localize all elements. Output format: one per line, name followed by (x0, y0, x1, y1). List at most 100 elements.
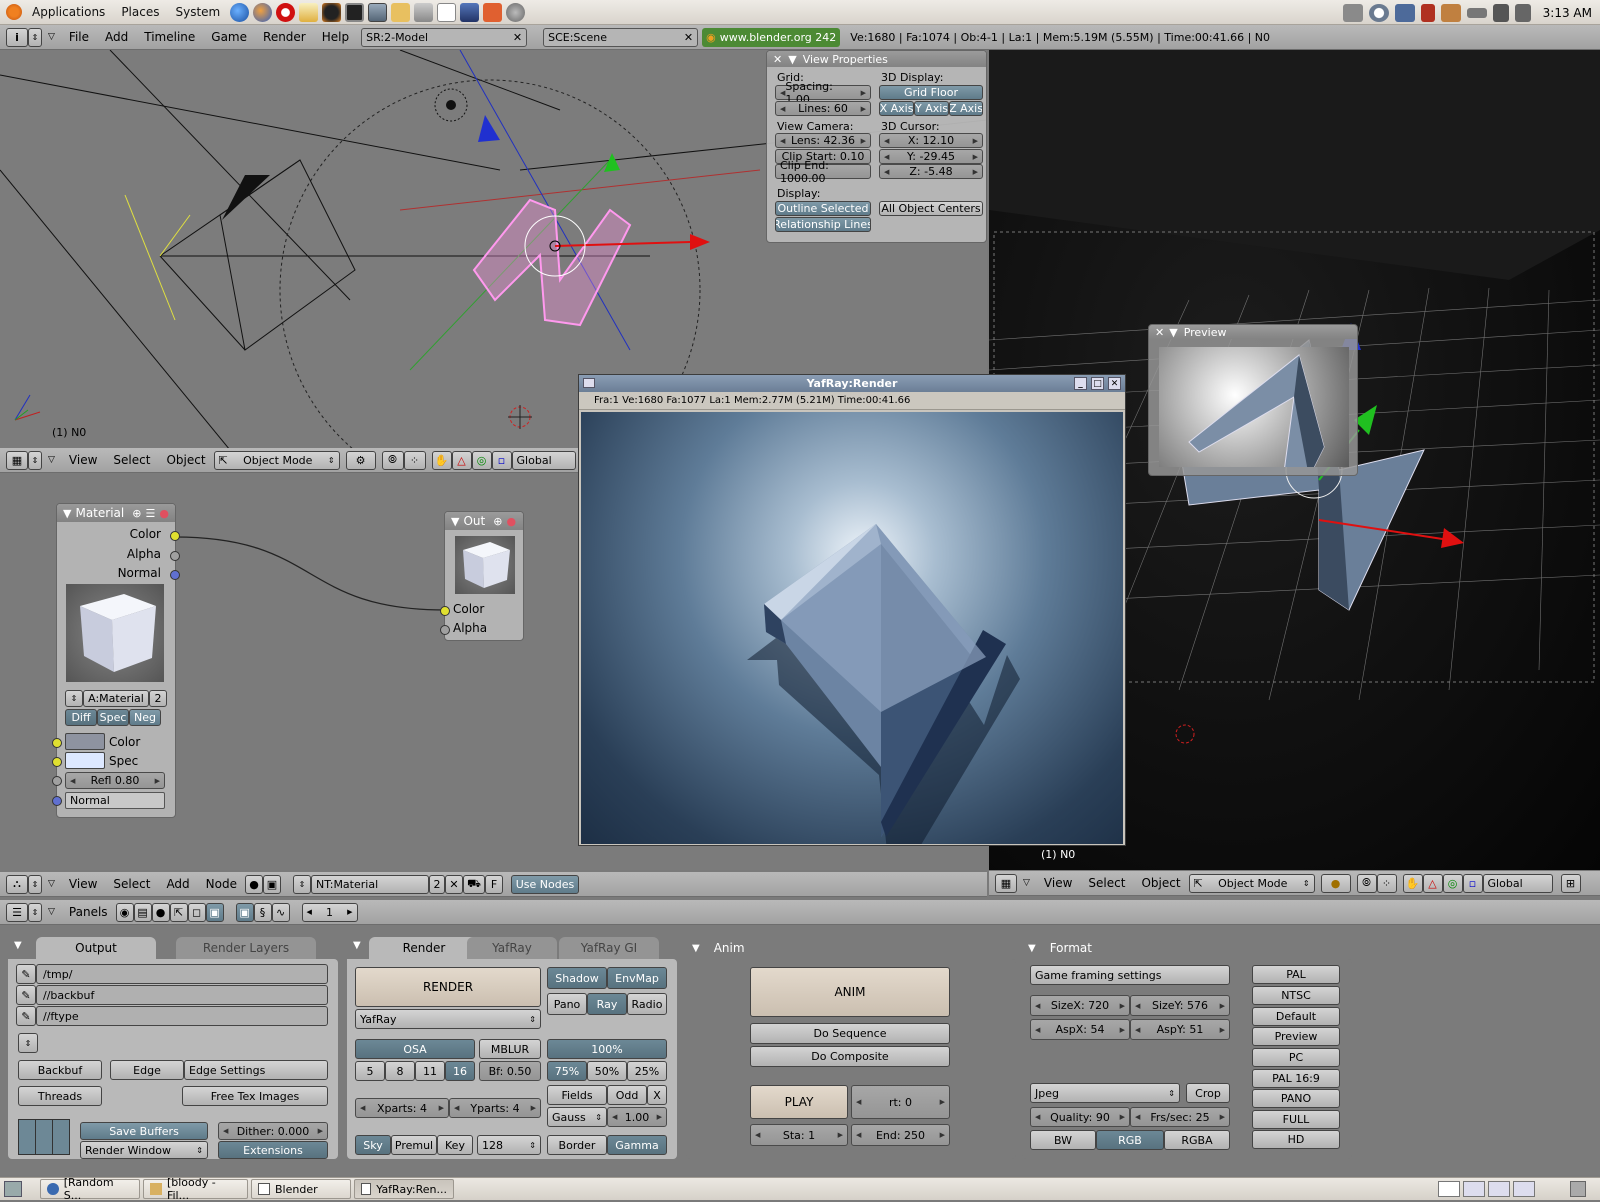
edge-toggle[interactable]: Edge (110, 1060, 184, 1080)
sizey-field[interactable]: ◀ SizeY: 576 ▶ (1130, 995, 1230, 1016)
increment-arrow-icon[interactable]: ▶ (347, 908, 352, 916)
translate-manipulator-icon[interactable]: △ (1422, 873, 1443, 893)
quality-field[interactable]: ◀ Quality: 90 ▶ (1030, 1107, 1130, 1127)
window-type-arrows-icon[interactable]: ⇕ (28, 27, 42, 47)
panel-collapse-icon[interactable]: ▼ (788, 53, 796, 66)
scene-context-icon[interactable]: ▣ (205, 902, 224, 922)
anim-button[interactable]: ANIM (750, 967, 950, 1017)
rgb-toggle[interactable]: RGB (1096, 1130, 1164, 1150)
increment-arrow-icon[interactable]: ▶ (940, 1131, 945, 1139)
lens-field[interactable]: ◀ Lens: 42.36 ▶ (775, 133, 871, 148)
task-yafray[interactable]: YafRay:Ren... (354, 1179, 454, 1199)
render-menu[interactable]: Render (255, 30, 314, 44)
material-name-field[interactable]: A:Material (83, 690, 149, 707)
size-100-toggle[interactable]: 100% (547, 1039, 667, 1059)
workspace-switcher[interactable] (1438, 1181, 1460, 1197)
task-blender[interactable]: Blender (251, 1179, 351, 1199)
do-sequence-toggle[interactable]: Do Sequence (750, 1023, 950, 1044)
dither-field[interactable]: ◀ Dither: 0.000 ▶ (218, 1122, 328, 1140)
yparts-field[interactable]: ◀ Yparts: 4 ▶ (449, 1098, 541, 1118)
increment-arrow-icon[interactable]: ▶ (940, 1098, 945, 1106)
office-launcher-icon[interactable] (483, 2, 503, 22)
orientation-selector[interactable]: Global (1482, 873, 1553, 893)
screen-selector[interactable]: SR:2-Model ✕ (361, 27, 528, 47)
osa-toggle[interactable]: OSA (355, 1039, 475, 1059)
extensions-toggle[interactable]: Extensions (218, 1141, 328, 1159)
x-toggle[interactable]: X (647, 1085, 667, 1105)
bf-field[interactable]: Bf: 0.50 (479, 1061, 541, 1081)
refl-field[interactable]: ◀ Refl 0.80 ▶ (65, 772, 165, 789)
anim-buttons-icon[interactable]: § (253, 902, 272, 922)
panel-close-icon[interactable]: ✕ (773, 53, 782, 66)
increment-arrow-icon[interactable]: ▶ (973, 168, 978, 176)
file-browse-icon[interactable]: ✎ (16, 1006, 36, 1026)
decrement-arrow-icon[interactable]: ◀ (1035, 1026, 1040, 1034)
window-type-arrows-icon[interactable]: ⇕ (28, 902, 42, 922)
increment-arrow-icon[interactable]: ▶ (657, 1113, 662, 1121)
tab-yafray[interactable]: YafRay (467, 937, 557, 959)
z-axis-toggle[interactable]: Z Axis (949, 101, 983, 116)
snap-toggle[interactable]: ⁘ (403, 450, 426, 470)
node-collapse-icon[interactable]: ▼ (451, 515, 459, 528)
select-menu[interactable]: Select (105, 453, 158, 467)
increment-arrow-icon[interactable]: ▶ (155, 777, 160, 785)
orientation-selector[interactable]: Global (511, 450, 576, 470)
increment-arrow-icon[interactable]: ▶ (973, 137, 978, 145)
game-framing-button[interactable]: Game framing settings (1030, 965, 1230, 985)
window-menu-icon[interactable] (583, 378, 595, 388)
rt-field[interactable]: ◀ rt: 0 ▶ (851, 1085, 950, 1119)
node-tree-unlink-icon[interactable]: ✕ (445, 874, 463, 894)
osa-8[interactable]: 8 (385, 1061, 415, 1081)
normal-input-field[interactable]: Normal (65, 792, 165, 809)
firefox-launcher-icon[interactable] (253, 2, 273, 22)
decrement-arrow-icon[interactable]: ◀ (780, 105, 785, 113)
file-type-selector[interactable]: Jpeg ⇕ (1030, 1083, 1180, 1103)
material-node[interactable]: ▼ Material ⊕ ☰ ● Color Alpha Normal ⇕ A:… (52, 503, 180, 818)
render-buttons-icon[interactable]: ▣ (235, 902, 254, 922)
threads-toggle[interactable]: Threads (18, 1086, 102, 1106)
scale-manipulator-icon[interactable]: ▫ (1462, 873, 1483, 893)
preset-preview[interactable]: Preview (1252, 1027, 1340, 1046)
screen-close-icon[interactable]: ✕ (513, 31, 522, 44)
render-button[interactable]: RENDER (355, 967, 541, 1007)
network-launcher-icon[interactable] (506, 2, 526, 22)
preset-pal-16-9[interactable]: PAL 16:9 (1252, 1069, 1340, 1088)
node-options-icon[interactable]: ☰ (145, 507, 155, 520)
material-node-header[interactable]: ▼ Material ⊕ ☰ ● (57, 504, 175, 522)
decrement-arrow-icon[interactable]: ◀ (884, 137, 889, 145)
input-normal-socket[interactable] (52, 796, 62, 806)
scale-manipulator-icon[interactable]: ▫ (491, 450, 512, 470)
timeline-menu[interactable]: Timeline (136, 30, 203, 44)
gamma-toggle[interactable]: Gamma (607, 1135, 667, 1155)
edge-settings-button[interactable]: Edge Settings (184, 1060, 328, 1080)
update-icon[interactable] (1420, 3, 1435, 22)
path-field-tmp[interactable]: /tmp/ (36, 964, 328, 984)
spacing-field[interactable]: ◀ Spacing: 1.00 ▶ (775, 80, 871, 106)
task-random[interactable]: [Random S... (40, 1176, 140, 1202)
panels-menu[interactable]: Panels (61, 905, 116, 919)
preset-pc[interactable]: PC (1252, 1048, 1340, 1067)
free-tex-images-toggle[interactable]: Free Tex Images (182, 1086, 328, 1106)
preset-ntsc[interactable]: NTSC (1252, 986, 1340, 1005)
border-toggle[interactable]: Border (547, 1135, 607, 1155)
panel-collapse-icon[interactable]: ▼ (353, 940, 361, 951)
ubuntu-logo-icon[interactable] (6, 4, 22, 20)
view-menu[interactable]: View (61, 877, 105, 891)
system-monitor-icon[interactable] (1342, 3, 1363, 22)
cursor-z-field[interactable]: ◀ Z: -5.48 ▶ (879, 164, 983, 179)
increment-arrow-icon[interactable]: ▶ (318, 1127, 323, 1135)
increment-arrow-icon[interactable]: ▶ (1120, 1026, 1125, 1034)
snap-toggle[interactable]: ⁘ (1376, 873, 1397, 893)
input-spec-swatch[interactable] (65, 752, 105, 769)
display-icon[interactable] (1394, 3, 1415, 22)
view-menu[interactable]: View (1036, 876, 1080, 890)
envmap-toggle[interactable]: EnvMap (607, 967, 667, 989)
neg-toggle[interactable]: Neg (129, 709, 161, 726)
ray-toggle[interactable]: Ray (587, 993, 627, 1015)
editor-launcher-icon[interactable] (437, 2, 457, 22)
format-panel-header[interactable]: ▼ Format (1022, 937, 1352, 959)
node-close-icon[interactable]: ● (506, 515, 516, 528)
preset-pal[interactable]: PAL (1252, 965, 1340, 984)
osa-11[interactable]: 11 (415, 1061, 445, 1081)
decrement-arrow-icon[interactable]: ◀ (884, 168, 889, 176)
